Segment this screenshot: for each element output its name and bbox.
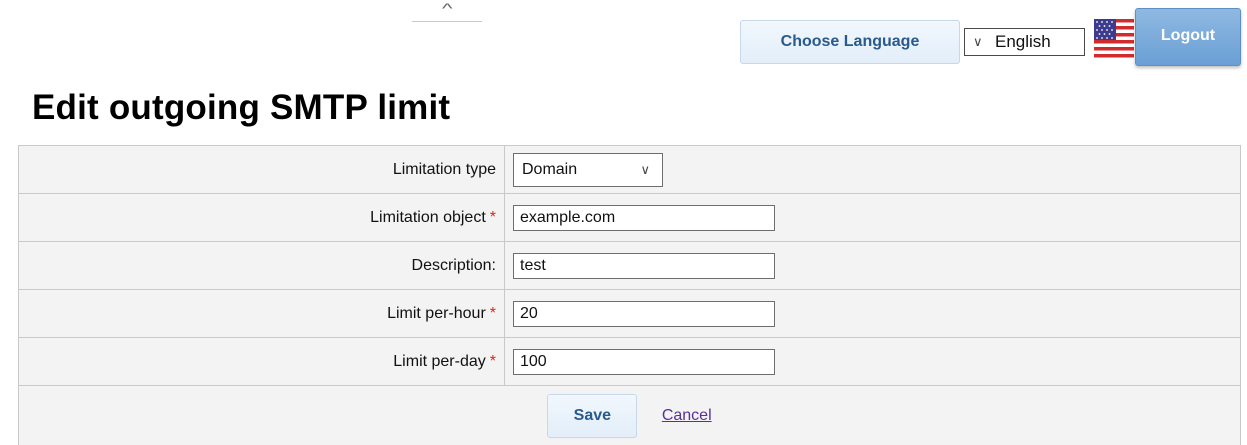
choose-language-button[interactable]: Choose Language	[740, 20, 960, 64]
smtp-limit-form: Limitation type Domain ∨ Limitation obje…	[18, 145, 1241, 445]
language-selected-value: English	[995, 32, 1051, 51]
limit-per-day-input[interactable]: 100	[513, 348, 775, 375]
limitation-object-label-cell: Limitation object *	[18, 193, 505, 242]
form-row-description: Description: test	[18, 241, 1241, 290]
limit-per-day-field-cell: 100	[504, 337, 1241, 386]
limit-per-day-label-cell: Limit per-day *	[18, 337, 505, 386]
page: ^ Choose Language ∨ English Logout Edit …	[0, 0, 1247, 445]
description-label-cell: Description:	[18, 241, 505, 290]
chevron-down-icon: ∨	[973, 34, 983, 49]
description-label: Description:	[411, 256, 496, 274]
form-row-limit-per-day: Limit per-day * 100	[18, 337, 1241, 386]
form-row-limitation-type: Limitation type Domain ∨	[18, 145, 1241, 194]
limitation-type-select[interactable]: Domain ∨	[513, 152, 663, 187]
caret-up-icon: ^	[441, 0, 453, 16]
form-actions-row: Save Cancel	[18, 385, 1241, 445]
required-marker: *	[489, 304, 496, 322]
limitation-object-input[interactable]: example.com	[513, 204, 775, 231]
form-actions-cell: Save Cancel	[18, 385, 1241, 445]
collapse-toggle[interactable]: ^	[412, 0, 482, 22]
logout-button[interactable]: Logout	[1135, 8, 1241, 66]
us-flag-icon[interactable]	[1094, 17, 1134, 63]
limit-per-hour-label: Limit per-hour	[387, 304, 486, 322]
limit-per-hour-input[interactable]: 20	[513, 300, 775, 327]
chevron-down-icon: ∨	[640, 161, 650, 177]
limitation-object-field-cell: example.com	[504, 193, 1241, 242]
limitation-type-value: Domain	[522, 160, 578, 178]
limit-per-hour-label-cell: Limit per-hour *	[18, 289, 505, 338]
save-button[interactable]: Save	[547, 393, 638, 438]
form-row-limitation-object: Limitation object * example.com	[18, 193, 1241, 242]
required-marker: *	[489, 352, 496, 370]
limitation-type-field-cell: Domain ∨	[504, 145, 1241, 194]
limit-per-hour-field-cell: 20	[504, 289, 1241, 338]
required-marker: *	[489, 208, 496, 226]
form-row-limit-per-hour: Limit per-hour * 20	[18, 289, 1241, 338]
description-field-cell: test	[504, 241, 1241, 290]
page-title: Edit outgoing SMTP limit	[32, 88, 451, 127]
limitation-type-label-cell: Limitation type	[18, 145, 505, 194]
limitation-type-label: Limitation type	[392, 160, 496, 178]
limit-per-day-label: Limit per-day	[393, 352, 486, 370]
language-select[interactable]: ∨ English	[964, 28, 1085, 56]
limitation-object-label: Limitation object	[370, 208, 486, 226]
description-input[interactable]: test	[513, 252, 775, 279]
cancel-link[interactable]: Cancel	[662, 407, 712, 425]
